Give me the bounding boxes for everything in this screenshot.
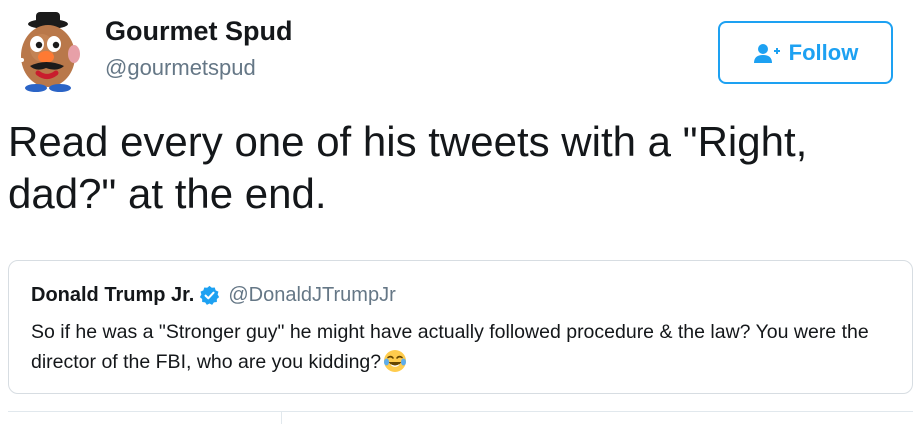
quoted-tweet-header: Donald Trump Jr. @DonaldJTrumpJr (31, 284, 396, 307)
quoted-author-name: Donald Trump Jr. (31, 284, 195, 306)
face-with-tears-of-joy-emoji-icon (384, 350, 407, 372)
divider (8, 411, 913, 412)
tweet-text: Read every one of his tweets with a "Rig… (8, 118, 808, 217)
quoted-tweet-text: So if he was a "Stronger guy" he might h… (31, 321, 869, 373)
potato-character-avatar-icon (9, 12, 80, 92)
quoted-author-handle: @DonaldJTrumpJr (228, 284, 396, 306)
divider (281, 411, 282, 424)
verified-badge-icon (200, 285, 220, 305)
add-user-icon (753, 43, 780, 63)
author-name[interactable]: Gourmet Spud (105, 16, 293, 47)
avatar[interactable] (8, 10, 90, 92)
quoted-tweet-body: So if he was a "Stronger guy" he might h… (31, 317, 901, 377)
follow-button[interactable]: Follow (718, 21, 893, 84)
quoted-tweet[interactable]: Donald Trump Jr. @DonaldJTrumpJr So if h… (8, 260, 913, 394)
follow-button-label: Follow (788, 39, 859, 65)
author-handle[interactable]: @gourmetspud (105, 55, 256, 81)
